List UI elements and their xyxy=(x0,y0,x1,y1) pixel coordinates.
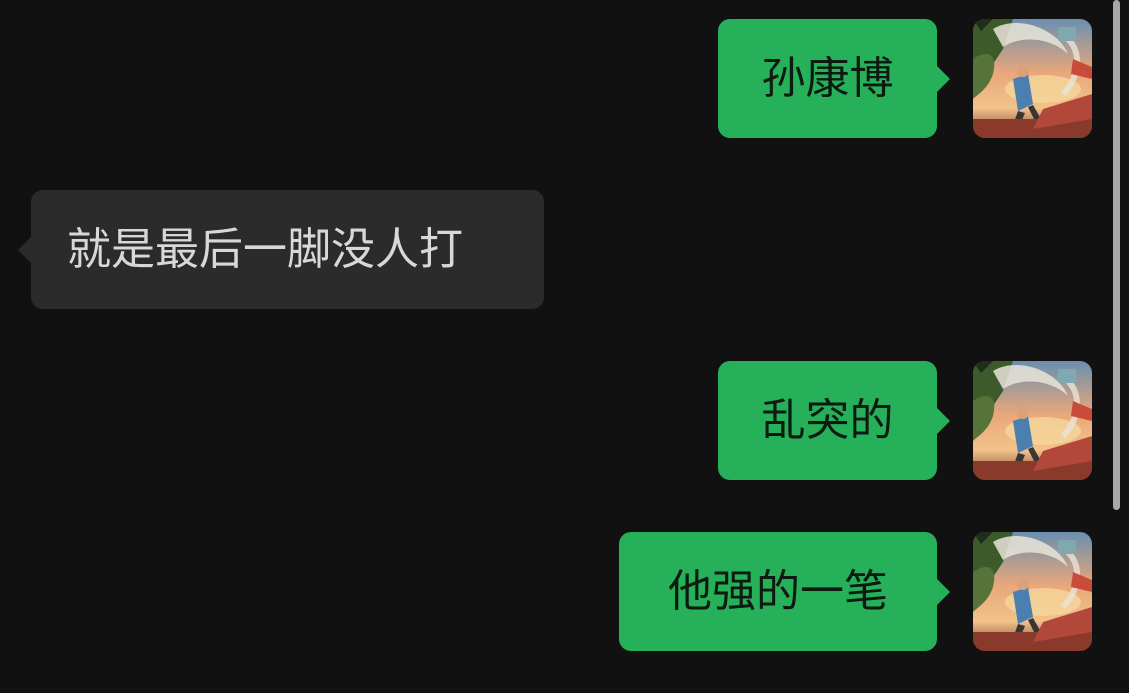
chat-view[interactable]: 孙康博 就是最后一脚没人打 乱突的 他强的一笔 xyxy=(0,0,1129,693)
message-text: 乱突的 xyxy=(761,394,894,446)
message-bubble-outgoing[interactable]: 孙康博 xyxy=(718,19,950,138)
message-text: 就是最后一脚没人打 xyxy=(67,223,463,275)
message-text: 他强的一笔 xyxy=(668,565,888,617)
scrollbar[interactable] xyxy=(1113,0,1120,510)
avatar-icon[interactable] xyxy=(973,19,1092,138)
message-bubble-incoming[interactable]: 就是最后一脚没人打 xyxy=(18,190,544,309)
message-text: 孙康博 xyxy=(761,52,894,104)
avatar-icon[interactable] xyxy=(973,361,1092,480)
avatar-icon[interactable] xyxy=(973,532,1092,651)
message-bubble-outgoing[interactable]: 乱突的 xyxy=(718,361,950,480)
message-bubble-outgoing[interactable]: 他强的一笔 xyxy=(619,532,950,651)
